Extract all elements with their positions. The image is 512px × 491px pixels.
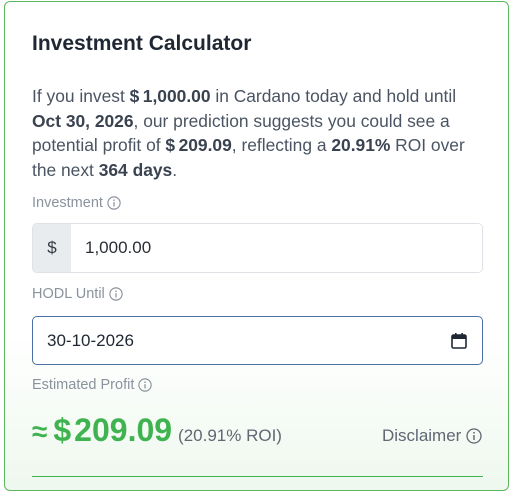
currency-prefix: $	[33, 224, 71, 272]
estimated-profit-label-text: Estimated Profit	[32, 377, 135, 393]
hodl-date-value: 30-10-2026	[47, 330, 134, 350]
info-circle-icon	[466, 428, 482, 444]
investment-label: Investment	[32, 195, 121, 211]
approx-symbol: ≈	[32, 416, 48, 447]
disclaimer-link[interactable]: Disclaimer	[382, 426, 482, 446]
next-section-edge	[32, 476, 483, 480]
summary-profit: $ 209.09	[165, 135, 232, 155]
hodl-label-text: HODL Until	[32, 286, 105, 302]
summary-text-4: , reflecting a	[231, 135, 332, 155]
summary-roi: 20.91%	[331, 135, 391, 155]
summary-text-2: in Cardano today and hold until	[210, 86, 457, 106]
profit-currency-symbol: $	[53, 412, 72, 448]
investment-label-text: Investment	[32, 195, 103, 211]
estimated-profit-value: 209.09	[74, 412, 173, 448]
investment-input[interactable]	[71, 224, 482, 272]
summary-days: 364 days	[98, 159, 173, 180]
disclaimer-text: Disclaimer	[382, 426, 462, 445]
estimated-profit-label: Estimated Profit	[32, 377, 153, 393]
info-circle-icon[interactable]	[138, 378, 153, 392]
calendar-icon[interactable]	[450, 332, 468, 350]
calculator-title: Investment Calculator	[32, 32, 252, 55]
investment-input-group: $	[32, 223, 483, 273]
summary-amount: $ 1,000.00	[129, 86, 211, 106]
roi-value: (20.91% ROI)	[178, 426, 282, 445]
info-circle-icon[interactable]	[109, 287, 123, 301]
hodl-date-input[interactable]: 30-10-2026	[32, 316, 483, 365]
prediction-summary: If you invest $ 1,000.00 in Cardano toda…	[32, 84, 482, 182]
summary-text-6: .	[172, 159, 178, 180]
summary-text-1: If you invest	[32, 86, 130, 106]
summary-date: Oct 30, 2026	[32, 110, 134, 131]
hodl-label: HODL Until	[32, 286, 123, 302]
investment-calculator-card: Investment Calculator If you invest $ 1,…	[4, 1, 509, 491]
info-circle-icon[interactable]	[107, 196, 121, 210]
